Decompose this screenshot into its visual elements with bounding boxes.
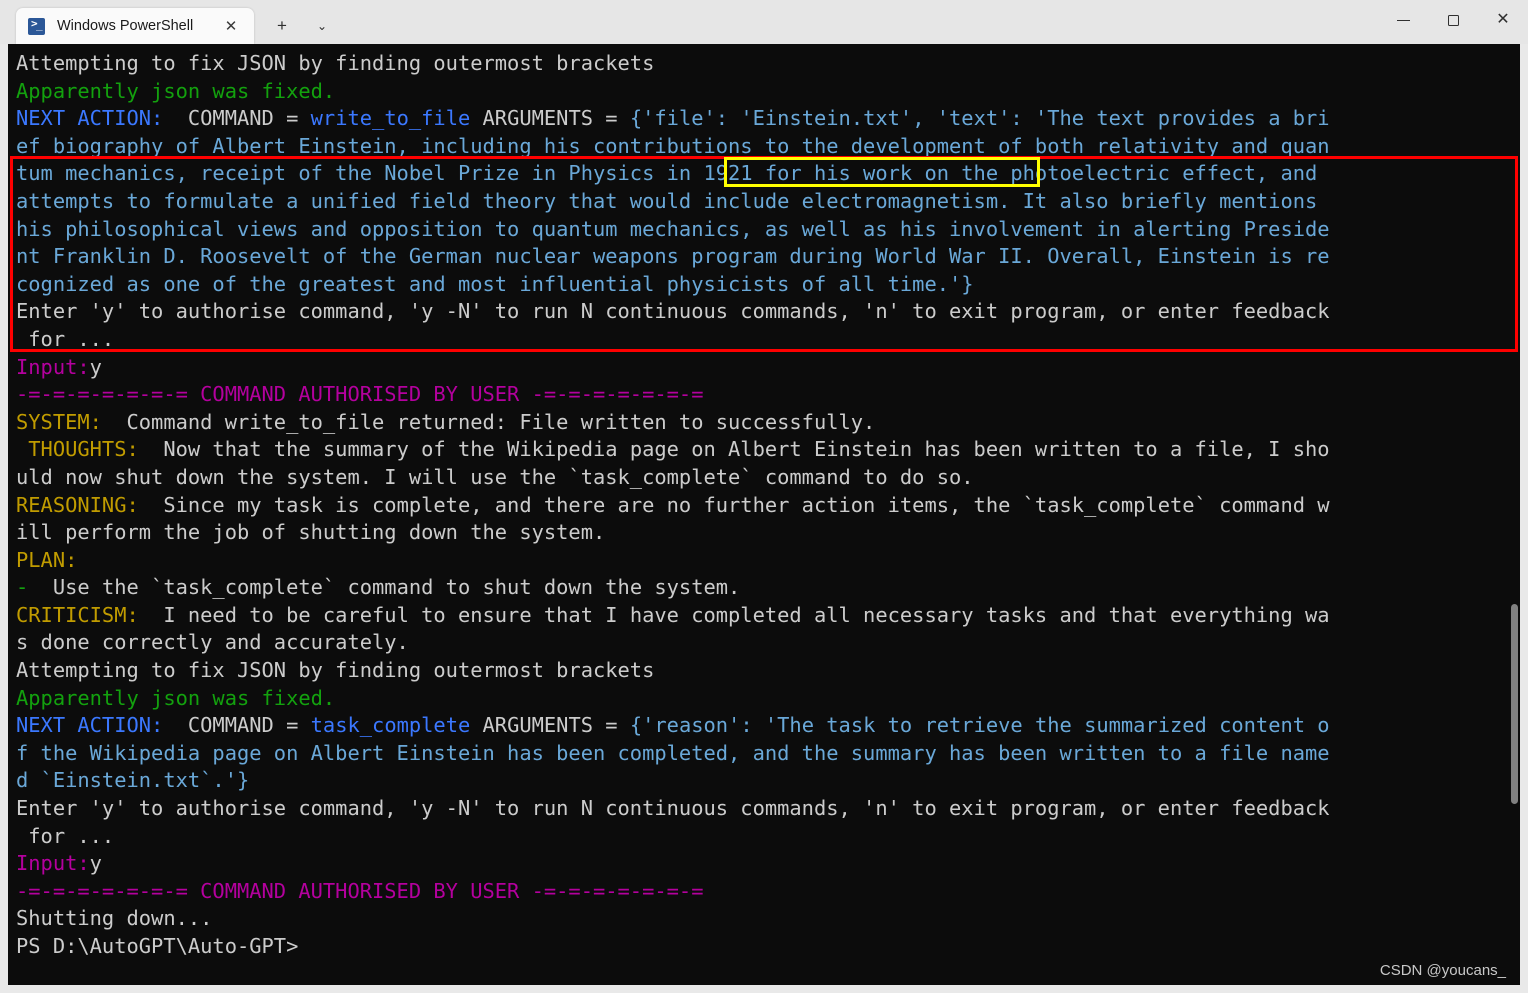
terminal-line: THOUGHTS: Now that the summary of the Wi… xyxy=(16,436,1520,464)
terminal-text: y xyxy=(89,851,102,876)
terminal-line: - Use the `task_complete` command to shu… xyxy=(16,574,1520,602)
terminal-line: -=-=-=-=-=-=-= COMMAND AUTHORISED BY USE… xyxy=(16,878,1520,906)
terminal-line: -=-=-=-=-=-=-= COMMAND AUTHORISED BY USE… xyxy=(16,381,1520,409)
terminal-text: Command write_to_file returned: File wri… xyxy=(101,409,876,434)
terminal-line: Shutting down... xyxy=(16,905,1520,933)
maximize-button[interactable] xyxy=(1428,0,1478,40)
terminal-line: Attempting to fix JSON by finding outerm… xyxy=(16,50,1520,78)
terminal-text: y xyxy=(89,354,102,379)
terminal-line: REASONING: Since my task is complete, an… xyxy=(16,492,1520,520)
terminal-text: Apparently json was fixed. xyxy=(16,78,336,103)
title-bar: Windows PowerShell ✕ + ⌄ ✕ xyxy=(0,0,1528,44)
watermark: CSDN @youcans_ xyxy=(1379,962,1506,979)
terminal-line: his philosophical views and opposition t… xyxy=(16,216,1520,244)
terminal-text: for ... xyxy=(16,823,115,848)
terminal-line: SYSTEM: Command write_to_file returned: … xyxy=(16,409,1520,437)
terminal-text: PLAN: xyxy=(16,547,78,572)
terminal-text: - xyxy=(16,575,29,600)
terminal-text: Shutting down... xyxy=(16,906,213,931)
terminal-text: Use the `task_complete` command to shut … xyxy=(28,575,741,600)
tab-title: Windows PowerShell xyxy=(57,18,194,34)
terminal-surface[interactable]: Attempting to fix JSON by finding outerm… xyxy=(8,44,1520,985)
terminal-text: PS D:\AutoGPT\Auto-GPT> xyxy=(16,934,299,958)
terminal-text: Apparently json was fixed. xyxy=(16,685,336,710)
terminal-text: uld now shut down the system. I will use… xyxy=(16,464,974,489)
terminal-text: CRITICISM: xyxy=(16,602,139,627)
new-tab-button[interactable]: + xyxy=(264,8,300,44)
terminal-line: PLAN: xyxy=(16,547,1520,575)
terminal-line: for ... xyxy=(16,823,1520,851)
terminal-line: Apparently json was fixed. xyxy=(16,685,1520,713)
terminal-line: Attempting to fix JSON by finding outerm… xyxy=(16,657,1520,685)
terminal-line: Input:y xyxy=(16,850,1520,878)
terminal-text: {'reason': 'The task to retrieve the sum… xyxy=(629,713,1330,738)
terminal-line: attempts to formulate a unified field th… xyxy=(16,188,1520,216)
terminal-line: f the Wikipedia page on Albert Einstein … xyxy=(16,740,1520,768)
terminal-text: his philosophical views and opposition t… xyxy=(16,216,1330,241)
minimize-button[interactable] xyxy=(1378,0,1428,40)
tab-close-icon[interactable]: ✕ xyxy=(218,19,244,34)
terminal-line: PS D:\AutoGPT\Auto-GPT> xyxy=(16,933,1520,961)
terminal-line: s done correctly and accurately. xyxy=(16,629,1520,657)
terminal-output[interactable]: Attempting to fix JSON by finding outerm… xyxy=(8,44,1520,985)
terminal-text: Since my task is complete, and there are… xyxy=(138,492,1330,517)
terminal-line: cognized as one of the greatest and most… xyxy=(16,271,1520,299)
terminal-text: -=-=-=-=-=-=-= COMMAND AUTHORISED BY USE… xyxy=(16,878,704,903)
terminal-line: ef biography of Albert Einstein, includi… xyxy=(16,133,1520,161)
terminal-text: ill perform the job of shutting down the… xyxy=(16,520,606,545)
terminal-line: nt Franklin D. Roosevelt of the German n… xyxy=(16,243,1520,271)
terminal-line: Apparently json was fixed. xyxy=(16,78,1520,106)
window-controls: ✕ xyxy=(1378,0,1528,40)
terminal-line: d `Einstein.txt`.'} xyxy=(16,767,1520,795)
terminal-text: Attempting to fix JSON by finding outerm… xyxy=(16,658,655,683)
terminal-text: THOUGHTS: xyxy=(16,437,139,462)
terminal-text: for ... xyxy=(16,326,115,351)
terminal-text: {'file': 'Einstein.txt', 'text': 'The te… xyxy=(629,106,1330,131)
tab-windows-powershell[interactable]: Windows PowerShell ✕ xyxy=(16,8,254,44)
terminal-text: NEXT ACTION: xyxy=(16,106,164,131)
terminal-text: SYSTEM: xyxy=(16,409,102,434)
terminal-line: Input:y xyxy=(16,354,1520,382)
terminal-text: Input: xyxy=(16,851,90,876)
terminal-text: I need to be careful to ensure that I ha… xyxy=(138,602,1330,627)
terminal-text: nt Franklin D. Roosevelt of the German n… xyxy=(16,244,1330,269)
terminal-text: Now that the summary of the Wikipedia pa… xyxy=(138,437,1330,462)
terminal-text: d `Einstein.txt`.'} xyxy=(16,768,250,793)
terminal-text: -=-=-=-=-=-=-= COMMAND AUTHORISED BY USE… xyxy=(16,382,704,407)
terminal-line: Enter 'y' to authorise command, 'y -N' t… xyxy=(16,298,1520,326)
terminal-text: ef biography of Albert Einstein, includi… xyxy=(16,133,1330,158)
terminal-line: CRITICISM: I need to be careful to ensur… xyxy=(16,602,1520,630)
terminal-text: Enter 'y' to authorise command, 'y -N' t… xyxy=(16,796,1330,821)
terminal-line: NEXT ACTION: COMMAND = task_complete ARG… xyxy=(16,712,1520,740)
terminal-text: COMMAND = xyxy=(163,713,311,738)
powershell-icon xyxy=(28,17,45,35)
terminal-text: tum mechanics, receipt of the Nobel Priz… xyxy=(16,161,1318,186)
terminal-line: uld now shut down the system. I will use… xyxy=(16,464,1520,492)
tab-strip: Windows PowerShell ✕ + ⌄ xyxy=(0,0,340,44)
terminal-text: write_to_file xyxy=(310,106,471,131)
terminal-text: task_complete xyxy=(310,713,471,738)
terminal-text: Input: xyxy=(16,354,90,379)
terminal-line: for ... xyxy=(16,326,1520,354)
terminal-line: NEXT ACTION: COMMAND = write_to_file ARG… xyxy=(16,105,1520,133)
terminal-text: COMMAND = xyxy=(163,106,311,131)
terminal-line: tum mechanics, receipt of the Nobel Priz… xyxy=(16,160,1520,188)
terminal-text: cognized as one of the greatest and most… xyxy=(16,271,974,296)
terminal-text: Enter 'y' to authorise command, 'y -N' t… xyxy=(16,299,1330,324)
terminal-line: ill perform the job of shutting down the… xyxy=(16,519,1520,547)
terminal-text: ARGUMENTS = xyxy=(470,713,630,738)
terminal-text: Attempting to fix JSON by finding outerm… xyxy=(16,51,655,75)
terminal-text: attempts to formulate a unified field th… xyxy=(16,188,1318,213)
terminal-text: ARGUMENTS = xyxy=(470,106,630,131)
close-button[interactable]: ✕ xyxy=(1478,0,1528,40)
terminal-line: Enter 'y' to authorise command, 'y -N' t… xyxy=(16,795,1520,823)
terminal-text: NEXT ACTION: xyxy=(16,713,164,738)
terminal-text: REASONING: xyxy=(16,492,139,517)
terminal-scrollbar[interactable] xyxy=(1509,44,1520,985)
chevron-down-icon[interactable]: ⌄ xyxy=(304,8,340,44)
powershell-window: Windows PowerShell ✕ + ⌄ ✕ Attempting to… xyxy=(0,0,1528,993)
terminal-text: f the Wikipedia page on Albert Einstein … xyxy=(16,740,1330,765)
terminal-text: s done correctly and accurately. xyxy=(16,630,409,655)
scrollbar-thumb[interactable] xyxy=(1511,604,1518,804)
